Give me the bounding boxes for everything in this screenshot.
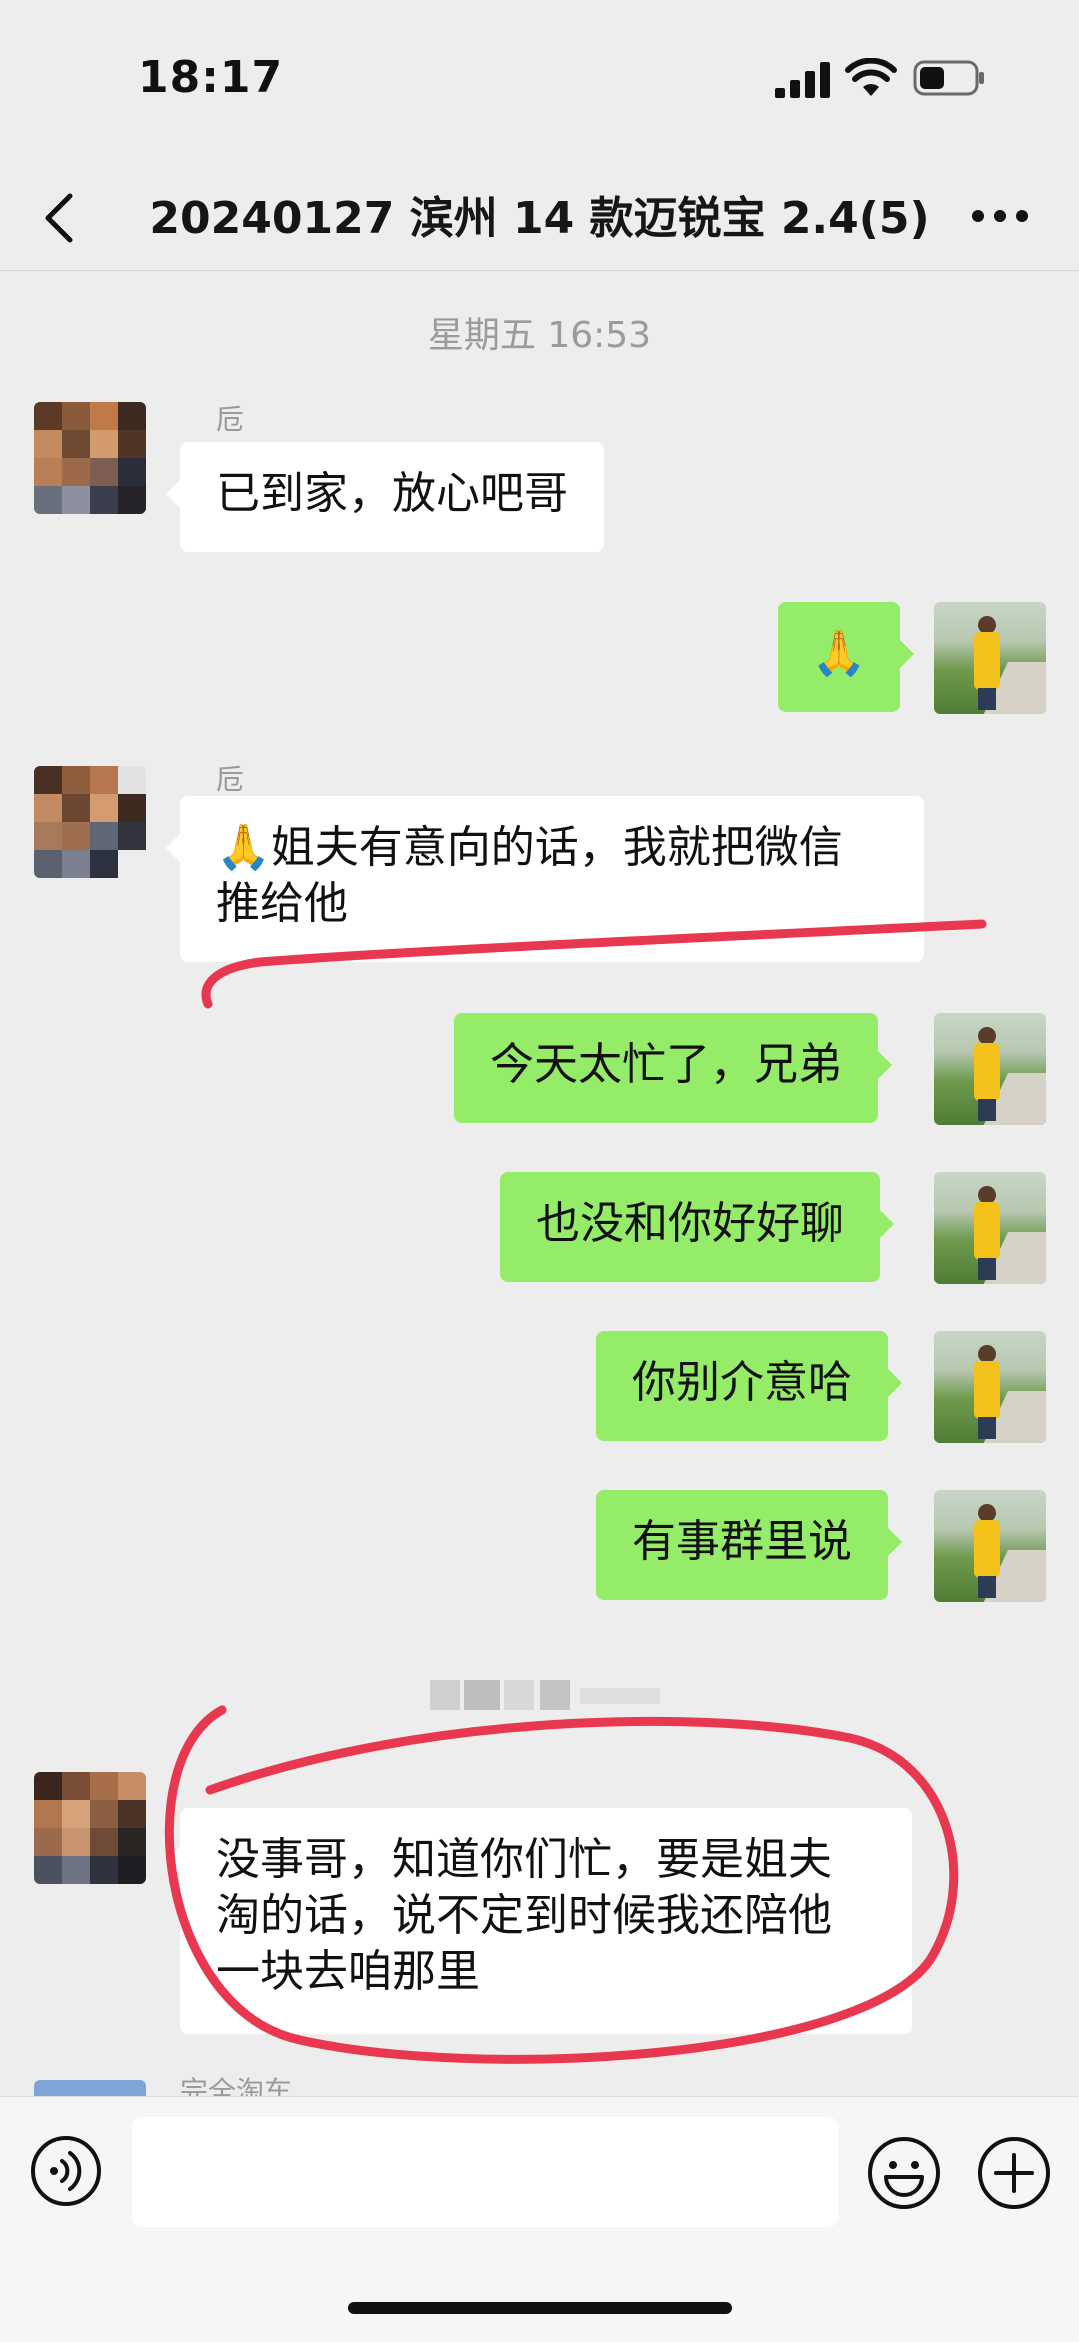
contact-avatar[interactable] [34, 766, 146, 878]
contact-avatar[interactable] [34, 402, 146, 514]
my-avatar[interactable] [934, 602, 1046, 714]
voice-input-icon[interactable] [30, 2135, 102, 2207]
status-bar: 18:17 [0, 0, 1079, 160]
chat-header: 20240127 滨州 14 款迈锐宝 2.4(5) [0, 160, 1079, 271]
message-line: 淘的话，说不定到时候我还陪他 [216, 1890, 832, 1941]
message-bubble-outgoing[interactable]: 有事群里说 [596, 1490, 902, 1600]
message-input[interactable] [132, 2117, 838, 2227]
home-indicator[interactable] [348, 2302, 732, 2314]
my-avatar[interactable] [934, 1331, 1046, 1443]
message-line: 一块去咱那里 [216, 1946, 480, 1997]
my-avatar[interactable] [934, 1013, 1046, 1125]
message-bubble-outgoing[interactable]: 🙏 [778, 602, 914, 712]
message-bubble-outgoing[interactable]: 也没和你好好聊 [500, 1172, 894, 1282]
message-bubble-incoming[interactable]: 已到家，放心吧哥 [166, 442, 604, 552]
message-timestamp: 星期五 16:53 [427, 315, 652, 356]
chat-title: 20240127 滨州 14 款迈锐宝 2.4(5) [149, 193, 930, 244]
sender-name: 卮 [216, 763, 245, 796]
message-bubble-incoming[interactable]: 没事哥，知道你们忙，要是姐夫 淘的话，说不定到时候我还陪他 一块去咱那里 [166, 1808, 912, 2034]
contact-avatar[interactable] [34, 1772, 146, 1884]
blurred-text [430, 1680, 660, 1710]
status-time: 18:17 [138, 52, 284, 103]
cellular-signal-icon [775, 62, 830, 98]
message-bubble-incoming[interactable]: 🙏姐夫有意向的话，我就把微信 推给他 [166, 796, 924, 962]
sender-name: 卮 [216, 403, 245, 436]
message-bubble-outgoing[interactable]: 你别介意哈 [596, 1331, 902, 1441]
plus-icon[interactable] [976, 2135, 1052, 2211]
message-line: 🙏姐夫有意向的话，我就把微信 [216, 822, 843, 873]
battery-icon [913, 60, 984, 96]
message-line: 推给他 [216, 878, 348, 929]
my-avatar[interactable] [934, 1490, 1046, 1602]
my-avatar[interactable] [934, 1172, 1046, 1284]
message-bubble-outgoing[interactable]: 今天太忙了，兄弟 [454, 1013, 892, 1123]
message-line: 没事哥，知道你们忙，要是姐夫 [216, 1834, 832, 1885]
emoji-icon[interactable] [866, 2135, 942, 2211]
more-options-icon[interactable] [970, 206, 1030, 226]
wifi-icon [845, 58, 897, 96]
